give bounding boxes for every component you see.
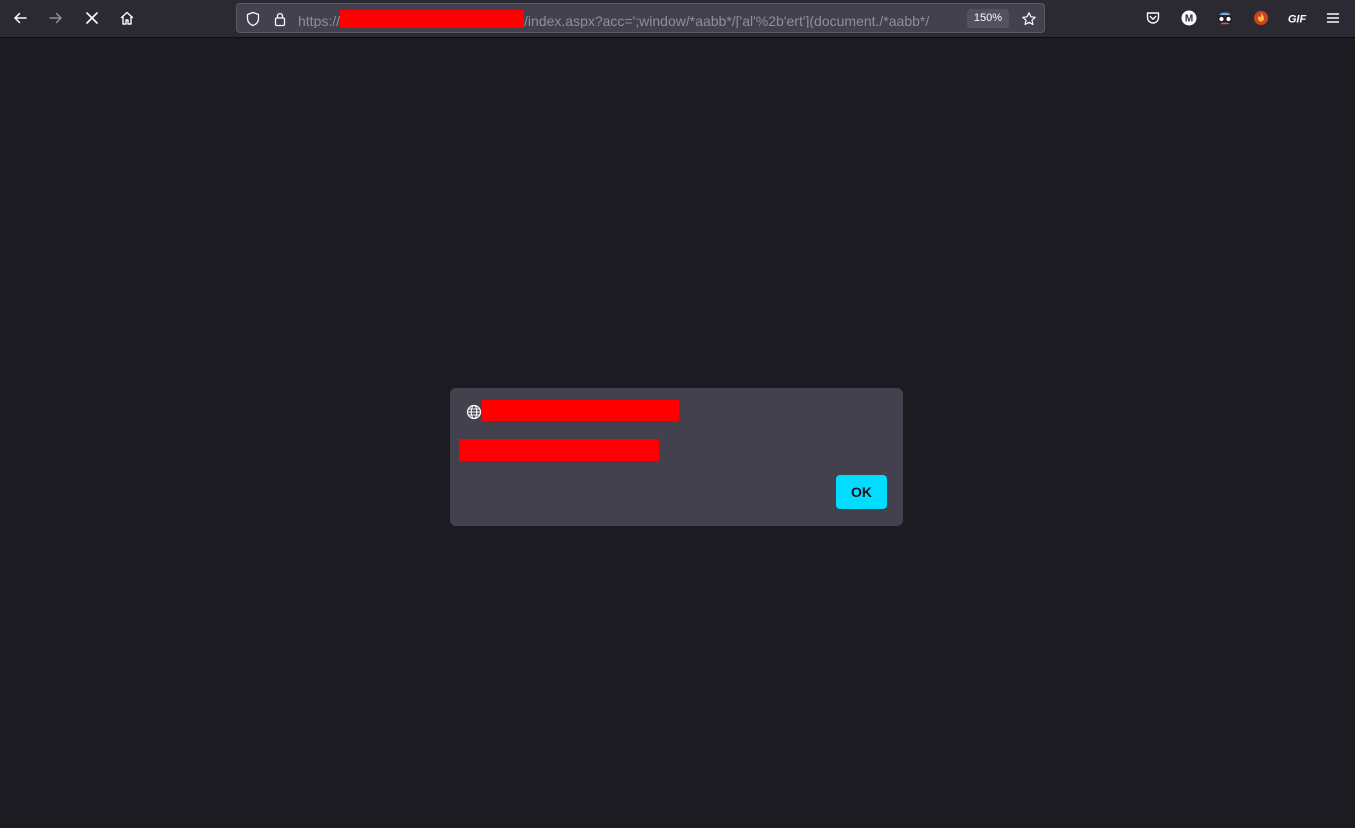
browser-toolbar: https:// /index.aspx?acc=';window/*aabb*/…: [0, 0, 1355, 38]
ok-button[interactable]: OK: [836, 475, 887, 509]
extension-m-label: M: [1185, 14, 1193, 25]
home-button[interactable]: [112, 4, 142, 32]
pocket-button[interactable]: [1138, 4, 1168, 32]
bookmark-star-icon: [1022, 12, 1036, 26]
redacted-domain: [340, 10, 525, 28]
forward-button[interactable]: [41, 4, 71, 32]
extension-gif-label: GIF: [1288, 14, 1307, 26]
url-text[interactable]: https:// /index.aspx?acc=';window/*aabb*/…: [298, 10, 962, 28]
bookmark-button[interactable]: [1018, 8, 1040, 30]
stop-button[interactable]: [77, 4, 107, 32]
stop-icon: [86, 12, 98, 24]
app-menu-button[interactable]: [1318, 4, 1348, 32]
extension-fire-button[interactable]: [1246, 4, 1276, 32]
globe-icon: [466, 404, 482, 420]
forward-arrow-icon: [49, 12, 62, 24]
shield-icon: [246, 11, 260, 27]
extension-m-button[interactable]: M: [1174, 4, 1204, 32]
home-icon: [120, 11, 134, 25]
back-button[interactable]: [5, 4, 35, 32]
alert-dialog: OK: [450, 388, 903, 526]
url-scheme: https://: [298, 13, 341, 28]
hamburger-menu-icon: [1326, 13, 1340, 23]
zoom-indicator[interactable]: 150%: [967, 9, 1009, 28]
lock-icon: [274, 12, 286, 27]
pocket-icon: [1146, 12, 1160, 24]
extension-m-icon: M: [1181, 10, 1197, 26]
extension-glasses-button[interactable]: [1210, 4, 1240, 32]
extension-glasses-icon: [1218, 12, 1232, 25]
url-path: /index.aspx?acc=';window/*aabb*/['al'%2b…: [524, 13, 930, 28]
dialog-message-redacted: [459, 439, 659, 461]
extension-fire-icon: [1254, 11, 1268, 25]
extension-gif-icon: GIF: [1288, 14, 1307, 26]
site-info-button[interactable]: [269, 8, 291, 30]
dialog-title-redacted: [482, 400, 679, 421]
tracking-protection-button[interactable]: [242, 8, 264, 30]
back-arrow-icon: [14, 12, 27, 24]
url-bar[interactable]: https:// /index.aspx?acc=';window/*aabb*/…: [236, 3, 1045, 33]
extension-gif-button[interactable]: GIF: [1282, 4, 1312, 32]
